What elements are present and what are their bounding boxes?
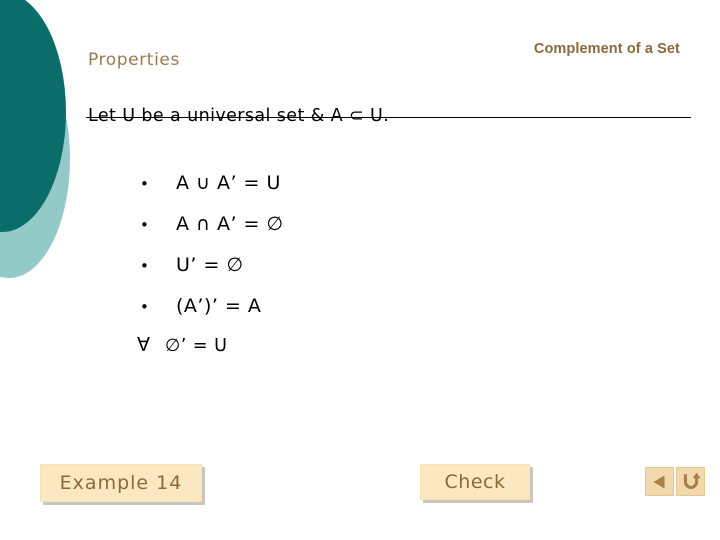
bullet-icon: • [140,175,150,193]
for-all-icon: ∀ [137,334,151,356]
u-turn-arrow-icon [681,471,701,492]
list-item: • U’ = ∅ [140,254,560,295]
back-button[interactable] [645,467,674,496]
list-item: • (A’)’ = A [140,295,560,336]
bullet-icon: • [140,257,150,275]
return-button[interactable] [676,467,705,496]
list-item: • A ∪ A’ = U [140,172,560,213]
list-item-label: U’ = ∅ [176,254,244,276]
slide-canvas: Complement of a Set Properties Let U be … [0,0,720,540]
list-item-label: A ∪ A’ = U [176,172,281,194]
lead-statement: Let U be a universal set & A ⊂ U. [88,106,390,126]
bullet-icon: • [140,216,150,234]
list-item-label: (A’)’ = A [176,295,262,317]
slide-header-title: Complement of a Set [533,41,680,57]
check-button[interactable]: Check [420,464,530,500]
navigation-button-group [645,467,705,496]
list-item-label: ∅’ = U [165,336,228,356]
example-14-button[interactable]: Example 14 [40,464,202,502]
property-list: • A ∪ A’ = U • A ∩ A’ = ∅ • U’ = ∅ • (A’… [137,172,560,377]
list-item-label: A ∩ A’ = ∅ [176,213,284,235]
page-title: Properties [88,50,180,70]
list-item: ∀ ∅’ = U [137,336,560,377]
list-item: • A ∩ A’ = ∅ [140,213,560,254]
body-text-block: Let U be a universal set & A ⊂ U. [88,106,688,127]
triangle-left-icon [650,472,670,492]
bullet-icon: • [140,298,150,316]
